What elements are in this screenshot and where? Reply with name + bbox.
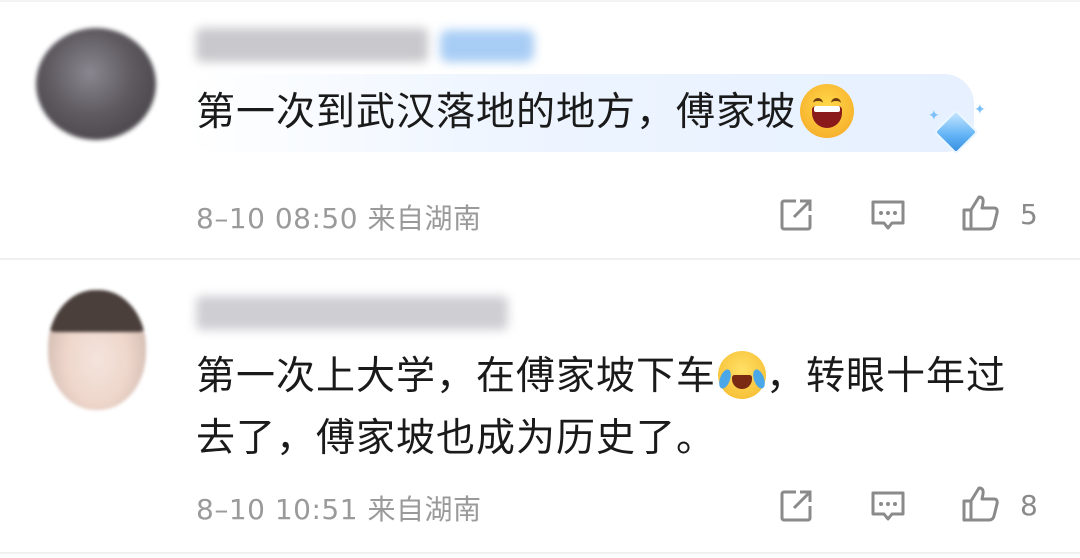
top-divider bbox=[0, 0, 1080, 2]
like-count: 8 bbox=[1020, 489, 1038, 522]
like-icon[interactable] bbox=[960, 484, 1000, 524]
reply-icon[interactable] bbox=[868, 486, 908, 526]
comment-time: 8–10 08:50 bbox=[196, 202, 359, 235]
like-icon[interactable] bbox=[960, 193, 1000, 233]
laughing-face-icon bbox=[800, 83, 855, 138]
reply-icon[interactable] bbox=[868, 195, 908, 235]
username-blurred[interactable] bbox=[196, 296, 508, 330]
diamond-badge-icon: ✦ ✦ bbox=[926, 102, 986, 160]
comment-meta: 8–10 08:50 来自湖南 bbox=[196, 197, 481, 237]
crying-laughing-face-icon bbox=[716, 350, 768, 399]
share-icon[interactable] bbox=[776, 486, 816, 526]
comment-meta: 8–10 10:51 来自湖南 bbox=[196, 488, 481, 528]
comment-divider bbox=[0, 258, 1080, 260]
sparkle-icon: ✦ bbox=[928, 108, 940, 124]
comment-location: 来自湖南 bbox=[367, 202, 482, 235]
comment-text: 第一次上大学，在傅家坡下车 ，转眼十年过去了，傅家坡也成为历史了。 bbox=[196, 346, 1046, 470]
sparkle-icon: ✦ bbox=[974, 102, 986, 118]
avatar[interactable] bbox=[36, 28, 156, 140]
avatar[interactable] bbox=[48, 290, 146, 410]
comment-location: 来自湖南 bbox=[367, 493, 482, 526]
like-count: 5 bbox=[1020, 198, 1038, 231]
user-badge-blurred bbox=[440, 30, 534, 62]
share-icon[interactable] bbox=[776, 195, 816, 235]
username-blurred[interactable] bbox=[196, 28, 428, 62]
comment-time: 8–10 10:51 bbox=[196, 493, 359, 526]
comment-body: 第一次到武汉落地的地方，傅家坡 bbox=[196, 90, 797, 135]
comment-body: 第一次上大学，在傅家坡下车 bbox=[196, 354, 717, 399]
bottom-divider bbox=[0, 552, 1080, 554]
comment-text: 第一次到武汉落地的地方，傅家坡 bbox=[196, 82, 855, 144]
